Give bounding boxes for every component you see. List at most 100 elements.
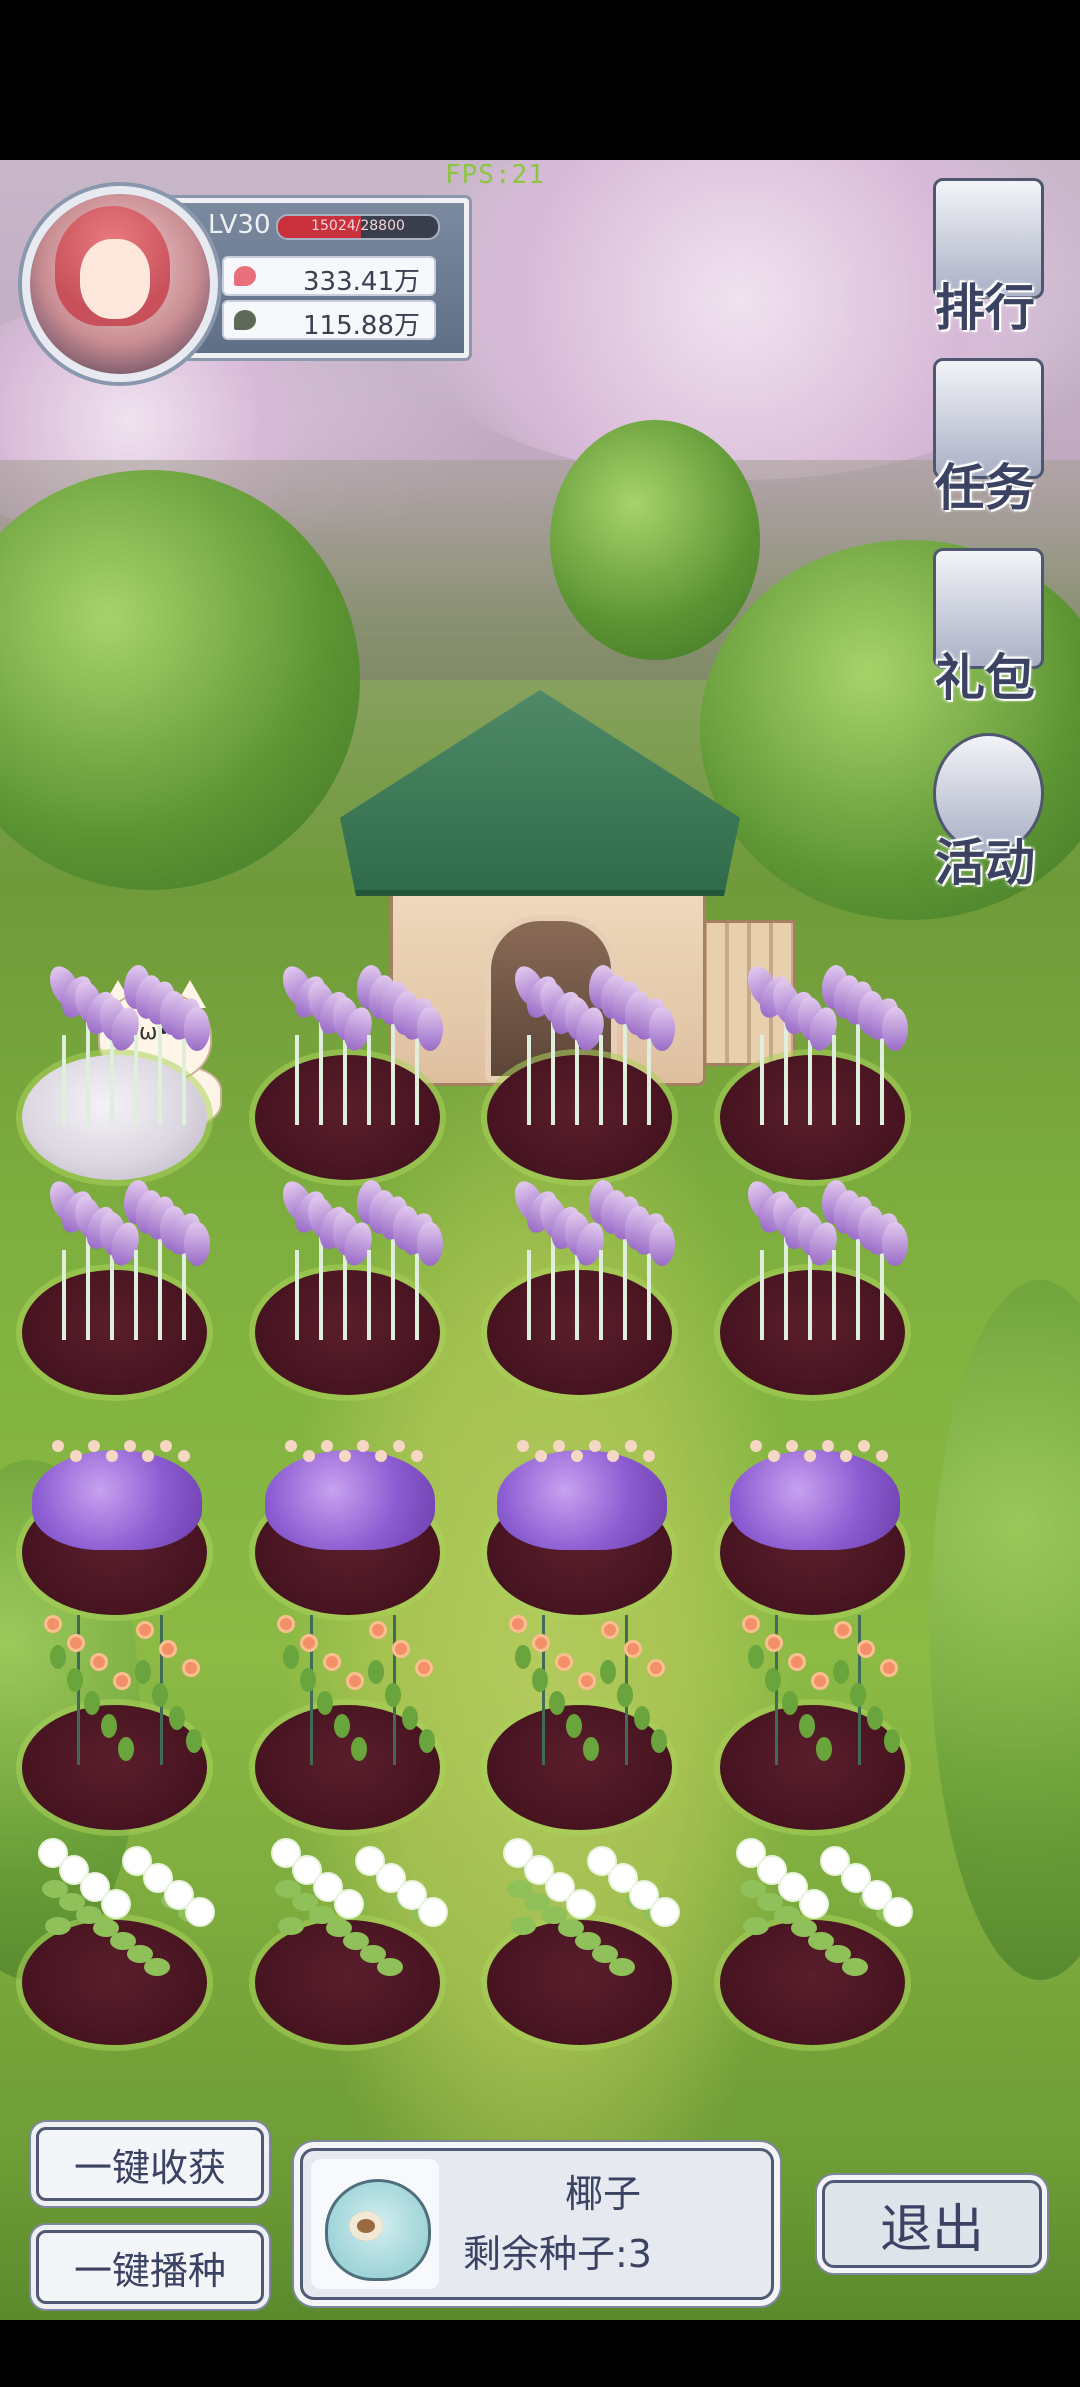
iris-stem [367,1035,371,1125]
rose-leaf [135,1660,151,1684]
iris-stem [158,1020,162,1125]
hydrangea-bud [535,1450,547,1462]
hydrangea-bud [106,1450,118,1462]
iris-petal [417,1007,443,1051]
rose-flower [277,1615,295,1633]
hydrangea-bud [804,1450,816,1462]
rose-leaf [515,1645,531,1669]
jasmine-leaf [377,1958,403,1976]
iris-stem [599,1035,603,1125]
hydrangea-bud [88,1440,100,1452]
xp-bar: 15024/28800 [276,214,440,240]
rose-leaf [617,1683,633,1707]
sow-all-button[interactable]: 一键播种 [36,2230,264,2304]
garden-plot-jasmine[interactable] [720,1785,911,2045]
rose-leaf [549,1691,565,1715]
iris-petal [882,1222,908,1266]
player-profile[interactable]: LV30 15024/28800 333.41万 115.88万 [14,178,470,382]
iris-stem [760,1250,764,1340]
rose-leaf [651,1729,667,1753]
rose-leaf [84,1691,100,1715]
iris-stem [551,1235,555,1340]
rose-leaf [351,1737,367,1761]
coconut-icon [349,2211,383,2241]
rose-leaf [283,1645,299,1669]
iris-stem [62,1250,66,1340]
rose-flower [509,1615,527,1633]
rose-leaf [186,1729,202,1753]
iris-petal [184,1007,210,1051]
hydrangea-bud [285,1440,297,1452]
hydrangea-bud [858,1440,870,1452]
harvest-all-button[interactable]: 一键收获 [36,2127,264,2201]
event-label: 活动 [935,833,1035,892]
rose-flower [647,1659,665,1677]
iris-plant [730,955,908,1125]
rose-flower [113,1672,131,1690]
iris-plant [265,1170,443,1340]
hydrangea-bud [625,1440,637,1452]
hydrangea-bud [70,1450,82,1462]
gift-button[interactable]: 礼包 [915,540,1055,710]
iris-stem [856,1020,860,1125]
jasmine-flower [652,1899,678,1925]
rose-leaf [169,1706,185,1730]
xp-text: 15024/28800 [311,218,405,234]
hydrangea-bud [393,1440,405,1452]
iris-stem [295,1035,299,1125]
iris-stem [367,1250,371,1340]
rose-leaf [317,1691,333,1715]
rose-flower [90,1653,108,1671]
ranking-label: 排行 [935,278,1035,337]
ranking-button[interactable]: 排行 [915,170,1055,340]
rose-flower [624,1640,642,1658]
seed-bag-slot [311,2159,439,2289]
avatar-face [80,239,150,319]
task-button[interactable]: 任务 [915,350,1055,520]
jasmine-leaf [144,1958,170,1976]
rose-flower [182,1659,200,1677]
iris-stem [134,1250,138,1340]
hydrangea-bud [321,1440,333,1452]
iris-petal [649,1222,675,1266]
rose-leaf [419,1729,435,1753]
garden-plot-jasmine[interactable] [487,1785,678,2045]
hydrangea-bud [517,1440,529,1452]
jasmine-leaf [609,1958,635,1976]
event-button[interactable]: 活动 [915,725,1055,895]
rose-flower [44,1615,62,1633]
iris-petal [184,1222,210,1266]
rose-flower [392,1640,410,1658]
garden-plot-jasmine[interactable] [22,1785,213,2045]
rose-leaf [334,1714,350,1738]
player-level: LV30 [208,210,271,240]
rose-leaf [118,1737,134,1761]
jasmine-leaf [45,1917,71,1935]
iris-stem [158,1235,162,1340]
hydrangea-plant [32,1390,202,1560]
rose-leaf [50,1645,66,1669]
rose-flower [532,1634,550,1652]
jasmine-flower [336,1891,362,1917]
iris-stem [784,1020,788,1125]
rose-leaf [368,1660,384,1684]
hydrangea-bud [411,1450,423,1462]
iris-plant [265,955,443,1125]
rose-plant [32,1605,202,1775]
hydrangea-bud [840,1450,852,1462]
exit-button[interactable]: 退出 [822,2180,1042,2268]
iris-plant [730,1170,908,1340]
rose-flower [811,1672,829,1690]
seed-remaining: 剩余种子:3 [463,2232,652,2276]
iris-stem [832,1035,836,1125]
iris-stem [134,1035,138,1125]
rose-leaf [300,1668,316,1692]
garden-plot-jasmine[interactable] [255,1785,446,2045]
rose-flower [765,1634,783,1652]
iris-stem [784,1235,788,1340]
player-avatar[interactable] [22,186,218,382]
rose-leaf [566,1714,582,1738]
iris-stem [832,1250,836,1340]
rose-leaf [816,1737,832,1761]
seed-selector[interactable]: 椰子 剩余种子:3 [300,2148,774,2300]
